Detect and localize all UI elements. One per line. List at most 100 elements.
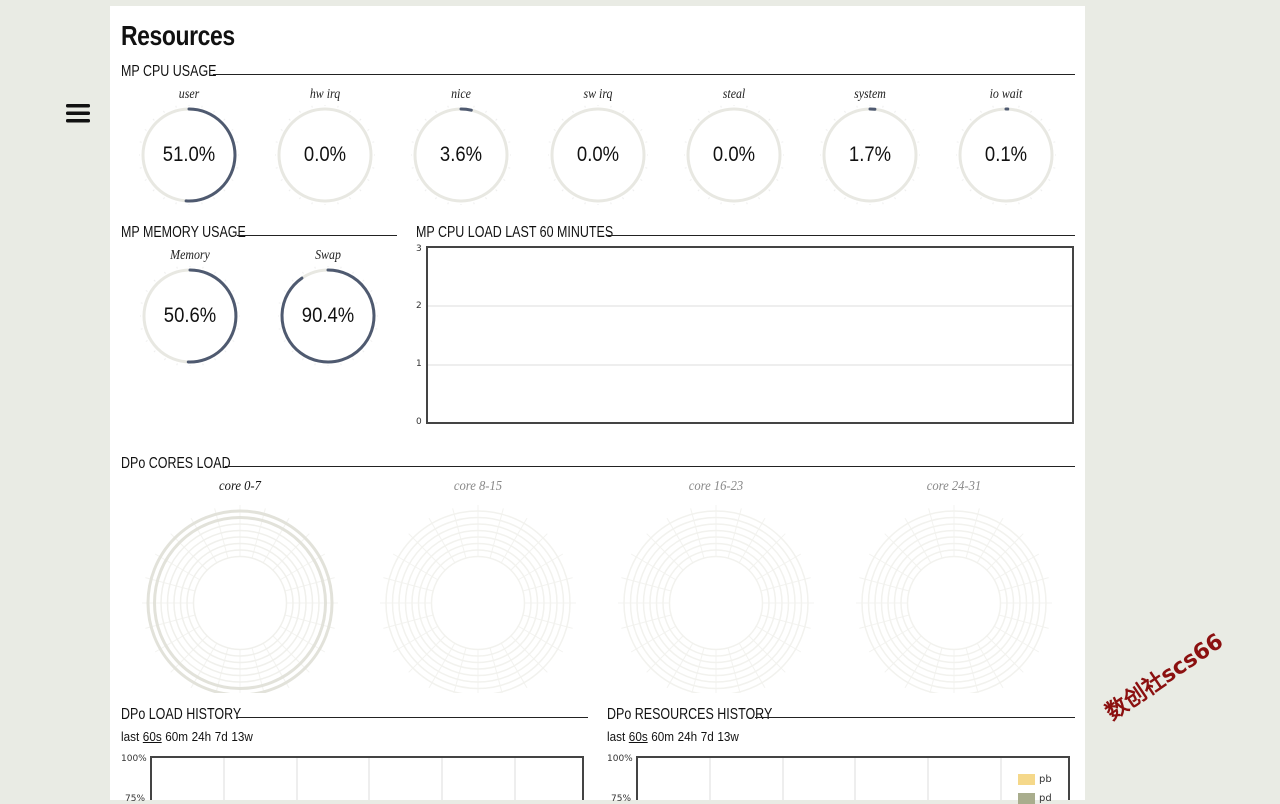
load-history-period-60m[interactable]: 60m bbox=[165, 729, 188, 744]
cpu-load-chart: 3 2 1 0 bbox=[416, 244, 1076, 434]
cpu-nice-tick bbox=[504, 130, 506, 131]
cpu-user-tick bbox=[231, 130, 233, 131]
cpu-steal-value: 0.0% bbox=[690, 143, 778, 167]
cpu-nice-label: nice bbox=[419, 87, 504, 103]
mem-swap-tick bbox=[279, 329, 281, 330]
cpu-sw-irq-value: 0.0% bbox=[554, 143, 642, 167]
core-group-2-ring bbox=[432, 557, 525, 650]
cpu-user-tick bbox=[145, 130, 147, 131]
resources-history-periods: last 60s60m 24h7d13w bbox=[607, 729, 742, 744]
cpu-user-tick bbox=[224, 190, 225, 191]
cpu-hw-irq-tick bbox=[338, 106, 339, 108]
mem-memory-tick bbox=[165, 358, 166, 360]
cpu-user-tick bbox=[231, 180, 233, 181]
cpu-io-wait-tick bbox=[1041, 190, 1042, 191]
load-history-heading-label: DPo LOAD HISTORY bbox=[121, 706, 241, 724]
cpu-sw-irq-tick bbox=[562, 119, 563, 120]
cpu-steal-tick bbox=[768, 119, 769, 120]
mem-swap-tick bbox=[303, 358, 304, 360]
cpu-system-tick bbox=[821, 142, 823, 143]
load-history-period-60s[interactable]: 60s bbox=[143, 729, 162, 744]
cpu-usage-heading: MP CPU USAGE bbox=[121, 63, 1075, 83]
cpu-io-wait-tick bbox=[1031, 111, 1032, 113]
load-history-period-13w[interactable]: 13w bbox=[231, 729, 252, 744]
cpu-io-wait-value: 0.1% bbox=[962, 143, 1050, 167]
cpu-user-tick bbox=[140, 142, 142, 143]
load-history-heading: DPo LOAD HISTORY bbox=[121, 706, 588, 726]
cpu-sw-irq-tick bbox=[645, 168, 647, 169]
mem-swap-tick bbox=[315, 363, 316, 365]
mem-swap-tick bbox=[370, 341, 372, 342]
cpu-user-tick bbox=[202, 106, 203, 108]
cpu-io-wait-tick bbox=[970, 190, 971, 191]
cpu-steal-tick bbox=[768, 190, 769, 191]
cpu-nice-tick bbox=[417, 130, 419, 131]
core-group-3-ring bbox=[663, 550, 769, 656]
cpu-io-wait-tick bbox=[1054, 168, 1056, 169]
cpu-nice-tick bbox=[474, 106, 475, 108]
cpu-hw-irq-tick bbox=[300, 197, 301, 199]
memory-usage-heading: MP MEMORY USAGE bbox=[121, 224, 397, 244]
mem-swap-tick bbox=[315, 267, 316, 269]
cpu-io-wait-tick bbox=[962, 180, 964, 181]
cpu-nice-tick bbox=[504, 180, 506, 181]
cpu-io-wait-tick bbox=[981, 111, 982, 113]
mem-memory-tick bbox=[203, 363, 204, 365]
resources-history-period-60m[interactable]: 60m bbox=[651, 729, 674, 744]
cpu-sw-irq-tick bbox=[640, 130, 642, 131]
cpu-steal-tick bbox=[690, 180, 692, 181]
cpu-user-tick bbox=[145, 180, 147, 181]
cpu-steal-tick bbox=[746, 202, 747, 204]
watermark-text: 数创社scs66 bbox=[1098, 624, 1229, 727]
cpu-sw-irq-tick bbox=[584, 202, 585, 204]
mem-swap-tick bbox=[363, 280, 364, 281]
cpu-steal-tick bbox=[685, 142, 687, 143]
cpu-sw-irq-tick bbox=[562, 190, 563, 191]
cpu-load-plot-area bbox=[427, 247, 1073, 423]
cpu-nice-tick bbox=[436, 197, 437, 199]
cpu-io-wait-tick bbox=[981, 197, 982, 199]
cpu-hw-irq-tick bbox=[368, 130, 370, 131]
mem-swap-tick bbox=[279, 303, 281, 304]
cpu-user-tick bbox=[214, 111, 215, 113]
resources-history-period-60s[interactable]: 60s bbox=[629, 729, 648, 744]
load-history-periods: last60s60m24h7d13w bbox=[121, 729, 256, 744]
mem-swap-tick bbox=[284, 341, 286, 342]
mem-memory-tick bbox=[203, 267, 204, 269]
cpu-user-tick bbox=[202, 202, 203, 204]
cpu-system-label: system bbox=[828, 87, 913, 103]
cpu-system-tick bbox=[845, 111, 846, 113]
resources-history-period-24h[interactable]: 24h bbox=[678, 729, 698, 744]
cpu-steal-tick bbox=[758, 111, 759, 113]
resources-history-period-7d[interactable]: 7d bbox=[701, 729, 714, 744]
cpu-user-tick bbox=[153, 190, 154, 191]
resources-history-period-13w[interactable]: 13w bbox=[717, 729, 738, 744]
resources-history-plot-area bbox=[637, 757, 1069, 800]
cpu-io-wait-tick bbox=[1041, 119, 1042, 120]
mem-swap-tick bbox=[375, 303, 377, 304]
cpu-steal-tick bbox=[776, 130, 778, 131]
resources-history-prefix: last bbox=[607, 729, 625, 744]
load-history-period-24h[interactable]: 24h bbox=[192, 729, 212, 744]
legend-swatch-pb bbox=[1018, 774, 1035, 785]
cpu-nice-tick bbox=[496, 190, 497, 191]
resources-history-chart: 100% 75% pb pd bbox=[607, 754, 1075, 800]
cpu-io-wait-tick bbox=[1031, 197, 1032, 199]
cpu-steal-tick bbox=[721, 106, 722, 108]
load-history-period-7d[interactable]: 7d bbox=[215, 729, 228, 744]
cpu-nice-tick bbox=[486, 197, 487, 199]
cpu-user-tick bbox=[224, 119, 225, 120]
cpu-io-wait-tick bbox=[1049, 130, 1051, 131]
mem-swap-tick bbox=[375, 329, 377, 330]
hamburger-menu-icon[interactable] bbox=[62, 101, 94, 125]
cpu-sw-irq-tick bbox=[640, 180, 642, 181]
core-group-4-ring bbox=[908, 557, 1001, 650]
cpu-user-label: user bbox=[147, 87, 232, 103]
cpu-io-wait-tick bbox=[1019, 106, 1020, 108]
cpu-sw-irq-tick bbox=[645, 142, 647, 143]
cpu-hw-irq-tick bbox=[350, 111, 351, 113]
cpu-user-tick bbox=[176, 106, 177, 108]
cpu-sw-irq-tick bbox=[572, 197, 573, 199]
cpu-sw-irq-label: sw irq bbox=[555, 87, 640, 103]
core-group-3-rings bbox=[616, 493, 816, 693]
